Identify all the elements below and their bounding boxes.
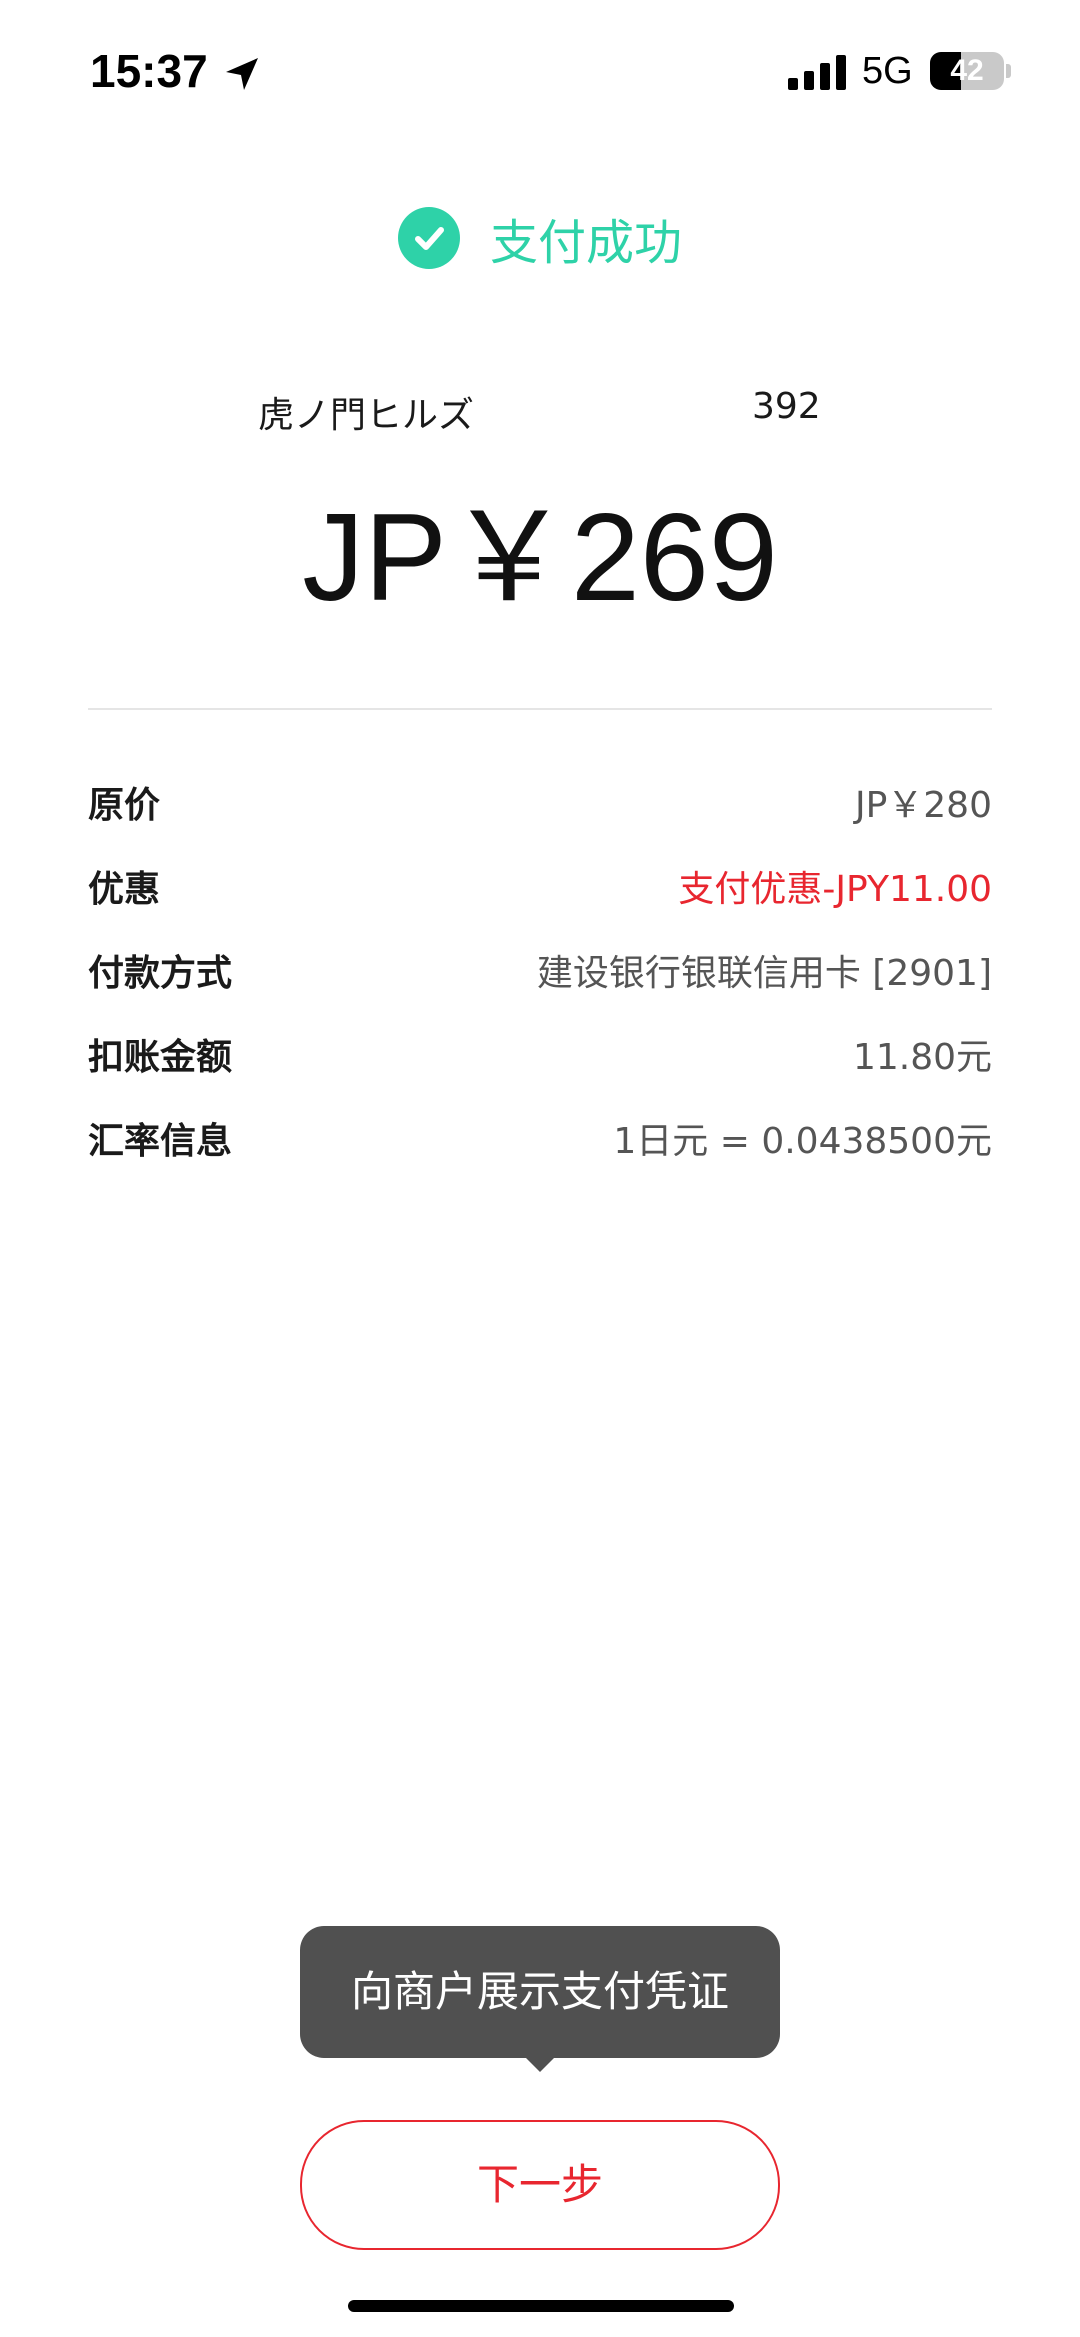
detail-label: 汇率信息 [88, 1121, 233, 1162]
detail-value: JP￥280 [854, 785, 992, 826]
detail-row-charged-amount: 扣账金额 11.80元 [88, 1012, 992, 1096]
detail-label: 扣账金额 [88, 1037, 233, 1078]
tooltip-arrow [524, 2056, 556, 2072]
show-receipt-tooltip: 向商户展示支付凭证 [300, 1926, 780, 2058]
payment-success-header: 支付成功 [0, 200, 1080, 276]
detail-label: 付款方式 [88, 953, 233, 994]
detail-row-exchange-rate: 汇率信息 1日元 = 0.0438500元 [88, 1096, 992, 1180]
battery-tip [1006, 64, 1011, 78]
payment-details: 原价 JP￥280 优惠 支付优惠-JPY11.00 付款方式 建设银行银联信用… [88, 760, 992, 1180]
network-type: 5G [862, 50, 913, 92]
detail-label: 原价 [88, 785, 161, 826]
detail-row-original-price: 原价 JP￥280 [88, 760, 992, 844]
battery-level: 42 [950, 54, 984, 87]
detail-value: 建设银行银联信用卡 [2901] [536, 953, 992, 994]
payment-amount: JP￥269 [302, 489, 778, 627]
status-bar: 15:37 5G 42 [0, 0, 1080, 140]
detail-value: 11.80元 [852, 1037, 992, 1078]
merchant-name: 虎ノ門ヒルズ [258, 395, 475, 436]
battery-icon: 42 [930, 52, 1004, 90]
merchant-info: 虎ノ門ヒルズ 392 [0, 380, 1080, 440]
location-arrow-icon [226, 58, 258, 90]
detail-value: 支付优惠-JPY11.00 [678, 869, 992, 910]
detail-row-payment-method: 付款方式 建设银行银联信用卡 [2901] [88, 928, 992, 1012]
divider [88, 708, 992, 710]
cellular-signal-icon [788, 55, 846, 90]
home-indicator[interactable] [348, 2300, 734, 2312]
check-circle-icon [397, 207, 460, 269]
merchant-number: 392 [752, 386, 821, 427]
detail-label: 优惠 [88, 869, 161, 910]
detail-row-discount: 优惠 支付优惠-JPY11.00 [88, 844, 992, 928]
detail-value: 1日元 = 0.0438500元 [613, 1121, 992, 1162]
next-step-button[interactable]: 下一步 [300, 2120, 780, 2250]
status-time: 15:37 [90, 45, 208, 97]
success-title: 支付成功 [489, 215, 682, 271]
